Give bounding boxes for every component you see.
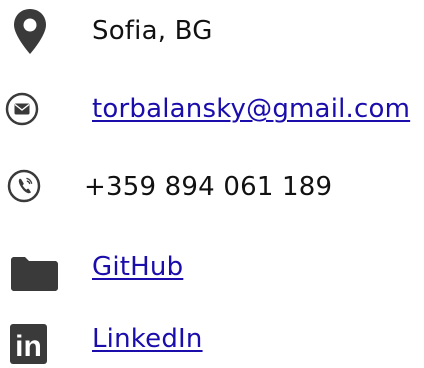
contact-row-github: GitHub — [0, 236, 424, 296]
github-link[interactable]: GitHub — [92, 252, 183, 282]
linkedin-link[interactable]: LinkedIn — [92, 324, 203, 354]
folder-icon — [0, 236, 60, 296]
contact-list: Sofia, BG torbalansky@gmail.com +359 894… — [0, 0, 424, 364]
phone-text: +359 894 061 189 — [84, 172, 333, 202]
linkedin-icon-text: in — [15, 330, 42, 363]
map-pin-icon — [0, 2, 60, 62]
contact-row-linkedin: in LinkedIn — [0, 308, 424, 368]
email-link[interactable]: torbalansky@gmail.com — [92, 94, 410, 124]
phone-icon — [0, 158, 60, 218]
location-text: Sofia, BG — [92, 16, 213, 46]
envelope-icon — [0, 78, 60, 138]
linkedin-icon: in — [0, 308, 60, 368]
contact-row-location: Sofia, BG — [0, 2, 424, 62]
contact-row-email: torbalansky@gmail.com — [0, 78, 424, 138]
contact-row-phone: +359 894 061 189 — [0, 158, 424, 218]
